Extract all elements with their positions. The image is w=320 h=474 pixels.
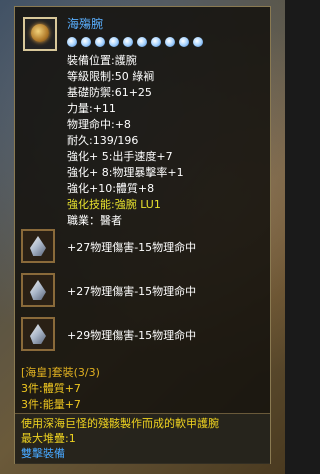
crystal-icon[interactable]	[21, 273, 55, 307]
set-bonus-line: 3件:體質+7	[21, 382, 81, 395]
stat-enhance-skill: 強化技能:強腕 LU1	[67, 198, 161, 211]
star-icon	[193, 37, 203, 47]
star-icon	[179, 37, 189, 47]
bracelet-gem-icon	[23, 17, 57, 51]
description-text: 使用深海巨怪的殘骸製作而成的軟甲護腕	[21, 417, 219, 430]
set-bonus: [海皇]套裝(3/3) 3件:體質+7 3件:能量+7	[21, 365, 100, 413]
crystal-icon[interactable]	[21, 229, 55, 263]
star-icon	[123, 37, 133, 47]
stat-base-defense: 基礎防禦:61+25	[67, 86, 152, 99]
enhance-stars	[67, 37, 207, 49]
socket-text: +27物理傷害-15物理命中	[67, 241, 197, 254]
socket-row: +27物理傷害-15物理命中	[21, 229, 267, 263]
stat-durability: 耐久:139/196	[67, 134, 139, 147]
star-icon	[137, 37, 147, 47]
star-icon	[67, 37, 77, 47]
item-stats: 裝備位置:護腕 等級限制:50 綠裥 基礎防禦:61+25 力量:+11 物理命…	[67, 53, 184, 229]
crystal-icon[interactable]	[21, 317, 55, 351]
stat-hit: 物理命中:+8	[67, 118, 131, 131]
star-icon	[109, 37, 119, 47]
star-icon	[81, 37, 91, 47]
socket-text: +29物理傷害-15物理命中	[67, 329, 197, 342]
star-icon	[165, 37, 175, 47]
stat-enhance-8: 強化+ 8:物理暴擊率+1	[67, 166, 184, 179]
socket-row: +29物理傷害-15物理命中	[21, 317, 267, 351]
stack-text: 最大堆疊:1	[21, 432, 76, 445]
set-bonus-line: 3件:能量+7	[21, 398, 81, 411]
stat-class: 職業：醫者	[67, 214, 122, 227]
stat-enhance-5: 強化+ 5:出手速度+7	[67, 150, 173, 163]
star-icon	[151, 37, 161, 47]
item-name: 海殤腕	[67, 17, 104, 31]
item-tooltip: 海殤腕 裝備位置:護腕 等級限制:50 綠裥 基礎防禦:61+25 力量:+11…	[14, 6, 271, 464]
stat-level-req: 等級限制:50 綠裥	[67, 70, 155, 83]
set-name: [海皇]套裝(3/3)	[21, 366, 100, 379]
item-description: 使用深海巨怪的殘骸製作而成的軟甲護腕 最大堆疊:1 雙擊裝備	[15, 413, 270, 464]
stat-enhance-10: 強化+10:體質+8	[67, 182, 155, 195]
equip-hint[interactable]: 雙擊裝備	[21, 446, 219, 461]
socket-row: +27物理傷害-15物理命中	[21, 273, 267, 307]
star-icon	[95, 37, 105, 47]
socket-text: +27物理傷害-15物理命中	[67, 285, 197, 298]
stat-slot: 裝備位置:護腕	[67, 54, 137, 67]
stat-strength: 力量:+11	[67, 102, 116, 115]
